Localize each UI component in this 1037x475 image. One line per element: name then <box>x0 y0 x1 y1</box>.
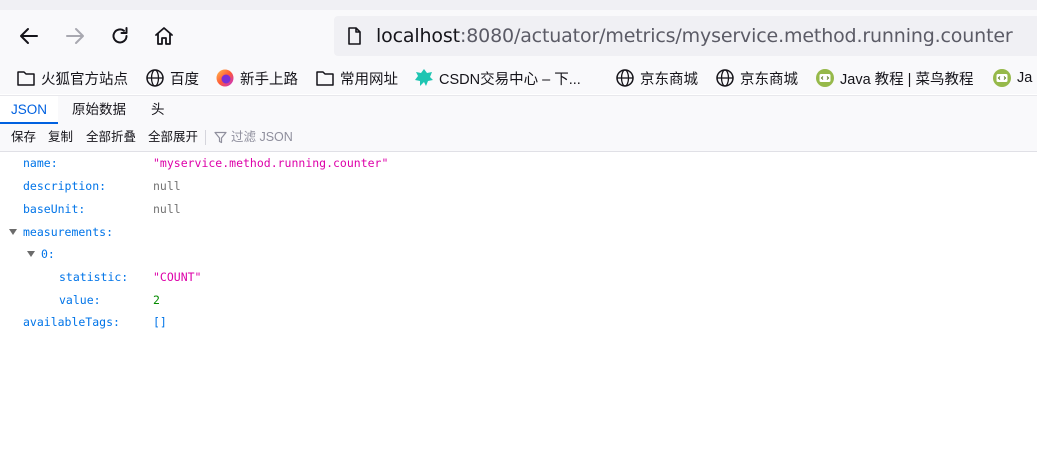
json-string-value: "myservice.method.running.counter" <box>153 156 389 170</box>
bookmark-jd-2[interactable]: 京东商城 <box>715 66 798 90</box>
bookmark-firefox-official[interactable]: 火狐官方站点 <box>16 66 128 90</box>
collapse-all-button[interactable]: 全部折叠 <box>86 124 136 151</box>
runoob-icon <box>815 68 835 88</box>
bookmark-csdn[interactable]: CSDN交易中心 – 下... <box>414 66 581 90</box>
url-text[interactable]: localhost:8080/actuator/metrics/myservic… <box>376 25 1013 47</box>
forward-button[interactable] <box>60 21 90 51</box>
bookmark-label: 新手上路 <box>240 71 298 88</box>
globe-icon <box>145 68 165 88</box>
reload-button[interactable] <box>105 21 135 51</box>
json-key: availableTags: <box>23 315 120 329</box>
json-row-statistic[interactable]: statistic: "COUNT" <box>0 266 1037 288</box>
bookmark-getting-started[interactable]: 新手上路 <box>215 66 298 90</box>
url-host: localhost <box>376 25 460 47</box>
bookmark-label: 京东商城 <box>640 71 698 88</box>
bookmark-label: Java 教程 | 菜鸟教程 <box>840 71 974 88</box>
filter-icon <box>214 131 227 144</box>
json-row-measurement-0[interactable]: 0: <box>0 243 1037 265</box>
back-button[interactable] <box>14 21 44 51</box>
filter-json-input[interactable]: 过滤 JSON <box>214 124 293 151</box>
toolbar-divider <box>205 130 206 145</box>
json-key: measurements: <box>23 225 114 239</box>
home-icon <box>155 27 173 45</box>
folder-icon <box>16 68 36 88</box>
json-null-value: null <box>153 202 181 216</box>
bookmark-jd-1[interactable]: 京东商城 <box>615 66 698 90</box>
bookmark-label: Ja <box>1017 70 1033 86</box>
expand-triangle-icon[interactable] <box>27 251 35 257</box>
expand-triangle-icon[interactable] <box>9 229 17 235</box>
bookmark-label: 火狐官方站点 <box>41 71 128 88</box>
tab-json[interactable]: JSON <box>0 96 59 124</box>
bookmark-java-tutorial[interactable]: Java 教程 | 菜鸟教程 <box>815 66 973 90</box>
json-number-value: 2 <box>153 293 160 307</box>
json-key: value: <box>59 293 101 307</box>
forward-arrow-icon <box>66 28 84 44</box>
navigation-bar: localhost:8080/actuator/metrics/myservic… <box>0 10 1037 62</box>
page-icon <box>348 27 361 45</box>
json-toolbar: 保存 复制 全部折叠 全部展开 过滤 JSON <box>0 124 1037 152</box>
bookmark-baidu[interactable]: 百度 <box>145 66 199 90</box>
json-row-availabletags[interactable]: availableTags: [] <box>0 311 1037 333</box>
address-bar[interactable]: localhost:8080/actuator/metrics/myservic… <box>334 16 1037 56</box>
json-null-value: null <box>153 179 181 193</box>
home-button[interactable] <box>149 21 179 51</box>
reload-icon <box>112 27 128 44</box>
globe-icon <box>615 68 635 88</box>
json-row-baseunit[interactable]: baseUnit: null <box>0 198 1037 220</box>
copy-button[interactable]: 复制 <box>48 124 73 151</box>
bookmark-label: 京东商城 <box>740 71 798 88</box>
json-row-name[interactable]: name: "myservice.method.running.counter" <box>0 152 1037 174</box>
json-key: description: <box>23 179 107 193</box>
csdn-icon <box>414 68 434 88</box>
bookmarks-toolbar: 火狐官方站点 百度 新手上路 常用网址 CSDN交易中心 – 下... 京东商城… <box>0 62 1037 94</box>
bookmark-common-sites[interactable]: 常用网址 <box>315 66 398 90</box>
url-path: :8080/actuator/metrics/myservice.method.… <box>459 25 1013 47</box>
json-key: statistic: <box>59 270 129 284</box>
json-array-value: [] <box>153 315 167 329</box>
json-row-value[interactable]: value: 2 <box>0 289 1037 311</box>
folder-icon <box>315 68 335 88</box>
json-string-value: "COUNT" <box>153 270 202 284</box>
json-key: 0: <box>41 247 55 261</box>
globe-icon <box>715 68 735 88</box>
json-row-description[interactable]: description: null <box>0 175 1037 197</box>
runoob-icon <box>992 68 1012 88</box>
json-key: baseUnit: <box>23 202 86 216</box>
bookmark-java-truncated[interactable]: Ja <box>992 66 1032 90</box>
viewer-tabs: JSON 原始数据 头 <box>0 95 1037 125</box>
firefox-icon <box>215 68 235 88</box>
bookmark-label: 常用网址 <box>340 71 398 88</box>
save-button[interactable]: 保存 <box>11 124 36 151</box>
filter-placeholder: 过滤 JSON <box>231 130 293 144</box>
bookmark-label: CSDN交易中心 – 下... <box>439 71 581 88</box>
window-top-strip <box>0 0 1037 10</box>
expand-all-button[interactable]: 全部展开 <box>148 124 198 151</box>
json-row-measurements[interactable]: measurements: <box>0 221 1037 243</box>
json-key: name: <box>23 156 58 170</box>
back-arrow-icon <box>20 28 38 44</box>
bookmark-label: 百度 <box>170 71 199 88</box>
tab-headers[interactable]: 头 <box>140 96 176 124</box>
tab-raw-data[interactable]: 原始数据 <box>61 96 137 124</box>
